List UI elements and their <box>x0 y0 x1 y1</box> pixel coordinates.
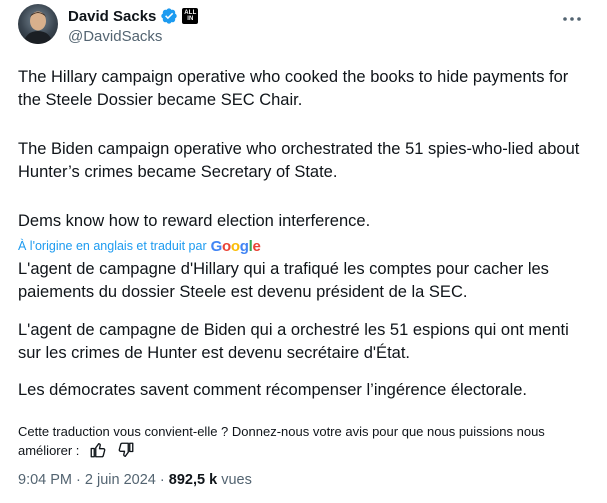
translation-feedback: Cette traduction vous convient-elle ? Do… <box>18 423 578 464</box>
translated-paragraph: L'agent de campagne de Biden qui a orche… <box>18 321 569 362</box>
author-display-name[interactable]: David Sacks <box>68 8 156 25</box>
translated-paragraph: Les démocrates savent comment récompense… <box>18 381 528 399</box>
thumbs-down-icon <box>118 442 134 457</box>
more-options-button[interactable] <box>559 8 585 30</box>
tweet: David Sacks ALL IN @DavidSacks The Hilla… <box>0 0 607 503</box>
avatar[interactable] <box>18 4 58 44</box>
tweet-paragraph: The Hillary campaign operative who cooke… <box>18 68 569 109</box>
google-logo: Google <box>210 237 261 255</box>
tweet-meta: 9:04 PM · 2 juin 2024 · 892,5 k vues <box>18 472 252 488</box>
tweet-paragraph: Dems know how to reward election interfe… <box>18 212 371 230</box>
translation-notice-text: À l'origine en anglais et traduit par <box>18 239 207 253</box>
meta-separator: · <box>76 472 81 488</box>
views-count[interactable]: 892,5 k <box>169 472 217 488</box>
author-name-row: David Sacks ALL IN <box>68 6 199 26</box>
verified-badge-icon[interactable] <box>160 7 178 25</box>
avatar-image <box>23 11 53 44</box>
thumbs-up-icon <box>90 443 106 458</box>
affiliation-badge[interactable]: ALL IN <box>182 8 199 24</box>
thumbs-down-button[interactable] <box>117 441 135 464</box>
author-handle[interactable]: @DavidSacks <box>68 28 162 45</box>
more-dots-icon <box>563 17 581 21</box>
tweet-time[interactable]: 9:04 PM <box>18 472 72 488</box>
meta-separator: · <box>159 472 165 488</box>
tweet-date[interactable]: 2 juin 2024 <box>85 472 156 488</box>
thumbs-up-button[interactable] <box>89 441 107 464</box>
tweet-paragraph: The Biden campaign operative who orchest… <box>18 140 580 181</box>
affiliation-badge-label: ALL IN <box>184 10 197 22</box>
translated-paragraph: L'agent de campagne d'Hillary qui a traf… <box>18 260 549 301</box>
views-label: vues <box>221 472 252 488</box>
translation-notice-link[interactable]: À l'origine en anglais et traduit par Go… <box>18 236 261 256</box>
